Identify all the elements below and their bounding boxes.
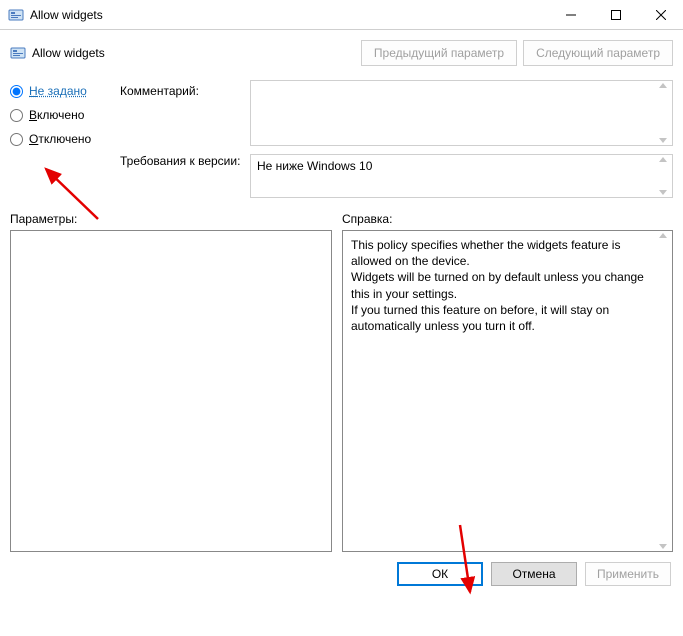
requirements-label: Требования к версии: xyxy=(120,154,250,168)
dialog-footer: ОК Отмена Применить xyxy=(0,552,683,596)
radio-accel: О xyxy=(29,132,38,146)
ok-button[interactable]: ОК xyxy=(397,562,483,586)
scroll-down-icon xyxy=(659,138,667,143)
minimize-button[interactable] xyxy=(548,0,593,29)
window-title: Allow widgets xyxy=(30,8,548,22)
maximize-button[interactable] xyxy=(593,0,638,29)
policy-icon xyxy=(10,45,26,61)
settings-section: Не задано Включено Отключено Комментарий… xyxy=(0,80,683,198)
apply-button[interactable]: Применить xyxy=(585,562,671,586)
comment-scroll[interactable] xyxy=(656,83,670,143)
scroll-up-icon xyxy=(659,157,667,162)
radio-accel: В xyxy=(29,108,37,122)
title-bar: Allow widgets xyxy=(0,0,683,30)
radio-label-rest: ключено xyxy=(37,108,84,122)
radio-label-rest: е задано xyxy=(38,84,87,98)
help-panel: This policy specifies whether the widget… xyxy=(342,230,673,552)
scroll-down-icon xyxy=(659,544,667,549)
close-button[interactable] xyxy=(638,0,683,29)
radio-disabled-input[interactable] xyxy=(10,133,23,146)
radio-enabled[interactable]: Включено xyxy=(10,108,120,122)
comment-label: Комментарий: xyxy=(120,84,250,98)
lower-panels: This policy specifies whether the widget… xyxy=(0,230,683,552)
comment-textarea[interactable] xyxy=(250,80,673,146)
app-icon xyxy=(8,7,24,23)
field-labels-column: Комментарий: Требования к версии: xyxy=(120,80,250,198)
cancel-button[interactable]: Отмена xyxy=(491,562,577,586)
radio-disabled[interactable]: Отключено xyxy=(10,132,120,146)
radio-not-configured-input[interactable] xyxy=(10,85,23,98)
window-controls xyxy=(548,0,683,29)
help-label: Справка: xyxy=(342,212,673,226)
requirements-value: Не ниже Windows 10 xyxy=(257,159,372,173)
help-text: This policy specifies whether the widget… xyxy=(351,237,664,334)
scroll-up-icon xyxy=(659,83,667,88)
requirements-pane: Не ниже Windows 10 xyxy=(250,154,673,198)
lower-labels: Параметры: Справка: xyxy=(0,198,683,230)
help-scroll[interactable] xyxy=(656,233,670,549)
next-setting-button[interactable]: Следующий параметр xyxy=(523,40,673,66)
previous-setting-button[interactable]: Предыдущий параметр xyxy=(361,40,517,66)
requirements-scroll[interactable] xyxy=(656,157,670,195)
scroll-up-icon xyxy=(659,233,667,238)
radio-enabled-input[interactable] xyxy=(10,109,23,122)
radio-label-rest: тключено xyxy=(38,132,91,146)
parameters-label: Параметры: xyxy=(10,212,342,226)
radio-accel: Н xyxy=(29,84,38,98)
fields-column: Не ниже Windows 10 xyxy=(250,80,673,198)
radio-not-configured[interactable]: Не задано xyxy=(10,84,120,98)
parameters-panel xyxy=(10,230,332,552)
header-row: Allow widgets Предыдущий параметр Следую… xyxy=(0,30,683,80)
state-radio-group: Не задано Включено Отключено xyxy=(10,80,120,198)
scroll-down-icon xyxy=(659,190,667,195)
policy-title: Allow widgets xyxy=(32,46,355,60)
